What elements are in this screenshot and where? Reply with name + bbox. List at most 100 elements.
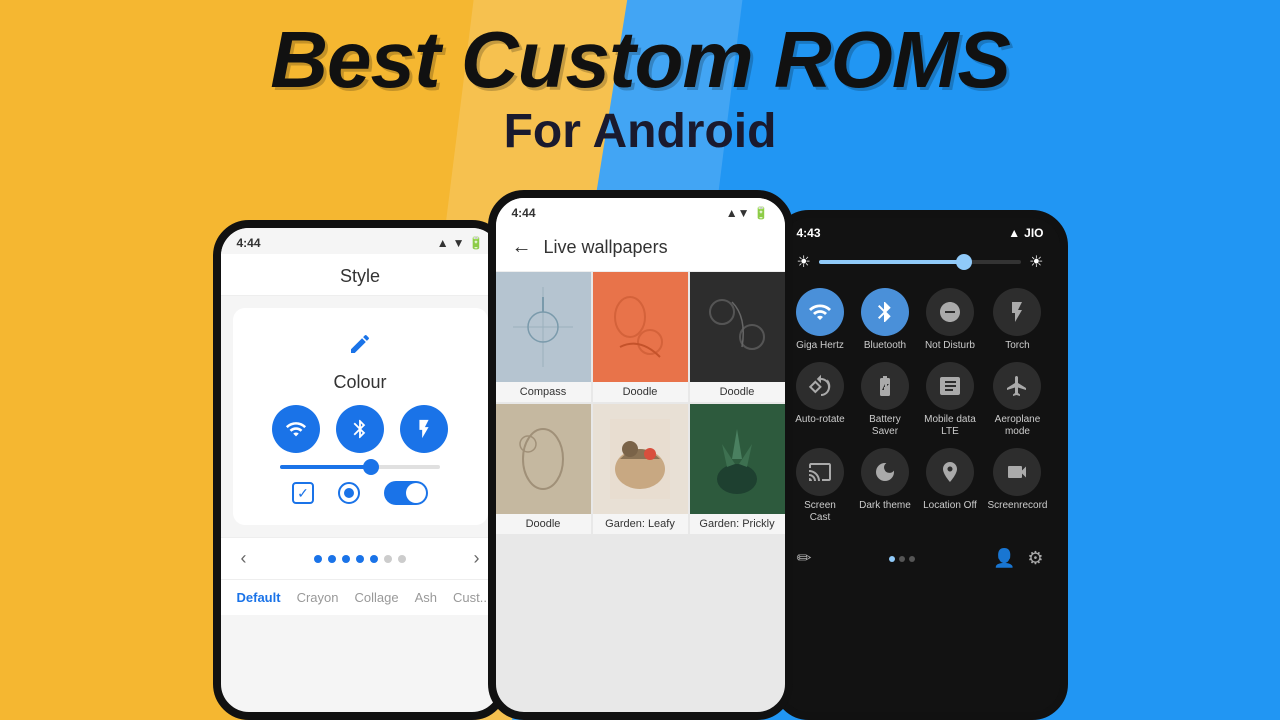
style-slider[interactable] (280, 465, 440, 469)
nav-next[interactable]: › (474, 548, 480, 569)
qs-tile-screenrecord[interactable]: Screenrecord (987, 448, 1047, 524)
flash-btn[interactable] (400, 405, 448, 453)
pencil-icon (344, 328, 376, 360)
tab-cust[interactable]: Cust... (453, 590, 491, 605)
torch-label: Torch (1005, 340, 1029, 352)
doodle2-thumb (690, 272, 785, 382)
qs-grid: Giga Hertz Bluetooth Not Disturb (781, 280, 1060, 532)
wallpaper-grid: Compass Doodle (496, 272, 785, 534)
brightness-row: ☀ ☀ (781, 244, 1060, 280)
qs-tile-torch[interactable]: Torch (987, 288, 1047, 352)
wallpaper-doodle2[interactable]: Doodle (690, 272, 785, 402)
auto-rotate-icon (796, 362, 844, 410)
compass-label: Compass (496, 382, 591, 402)
bluetooth-btn[interactable] (336, 405, 384, 453)
qs-tile-dark-theme[interactable]: Dark theme (857, 448, 912, 524)
slider-thumb[interactable] (363, 459, 379, 475)
style-icons-row (272, 405, 448, 453)
brightness-thumb (956, 254, 972, 270)
wallpaper-header: ← Live wallpapers (496, 224, 785, 272)
screen-cast-icon (796, 448, 844, 496)
not-disturb-icon (926, 288, 974, 336)
style-header: Style (221, 254, 500, 296)
tab-collage[interactable]: Collage (354, 590, 398, 605)
style-tabs: Default Crayon Collage Ash Cust... (221, 579, 500, 615)
battery-saver-icon (861, 362, 909, 410)
doodle1-thumb (593, 272, 688, 382)
garden-leafy-thumb (593, 404, 688, 514)
doodle2-label: Doodle (690, 382, 785, 402)
edit-icon[interactable]: ✏ (797, 548, 812, 569)
qs-tile-bluetooth[interactable]: Bluetooth (857, 288, 912, 352)
status-icons-center: ▲▼ 🔋 (726, 206, 769, 220)
doodle3-thumb (496, 404, 591, 514)
qs-dot-1 (889, 556, 895, 562)
qs-tile-not-disturb[interactable]: Not Disturb (922, 288, 977, 352)
status-icons-right: ▲ JIO (1008, 226, 1043, 240)
dark-theme-label: Dark theme (859, 500, 911, 512)
brightness-slider[interactable] (819, 260, 1021, 264)
location-icon (926, 448, 974, 496)
tab-crayon[interactable]: Crayon (297, 590, 339, 605)
doodle1-label: Doodle (593, 382, 688, 402)
color-section: Colour (233, 308, 488, 525)
user-icon[interactable]: 👤 (993, 548, 1015, 569)
garden-prickly-label: Garden: Prickly (690, 514, 785, 534)
toggle[interactable] (384, 481, 428, 505)
battery-icon-c: 🔋 (754, 206, 769, 220)
time-left: 4:44 (237, 236, 261, 250)
wallpaper-compass[interactable]: Compass (496, 272, 591, 402)
status-bar-right: 4:43 ▲ JIO (781, 218, 1060, 244)
toggle-thumb (406, 483, 426, 503)
mobile-data-icon (926, 362, 974, 410)
tab-default[interactable]: Default (237, 590, 281, 605)
wifi-btn[interactable] (272, 405, 320, 453)
wallpaper-doodle3[interactable]: Doodle (496, 404, 591, 534)
qs-tile-auto-rotate[interactable]: Auto-rotate (793, 362, 848, 438)
signal-icon-c: ▲▼ (726, 206, 750, 220)
mobile-data-label: Mobile data LTE (922, 414, 977, 438)
aeroplane-icon (993, 362, 1041, 410)
qs-tile-aeroplane[interactable]: Aeroplane mode (987, 362, 1047, 438)
phone-left: 4:44 ▲ ▼ 🔋 Style Colour (213, 220, 508, 720)
dot-6 (384, 555, 392, 563)
signal-icon-r: ▲ (1008, 226, 1020, 240)
back-button[interactable]: ← (512, 236, 532, 259)
torch-icon (993, 288, 1041, 336)
slider-fill (280, 465, 368, 469)
not-disturb-label: Not Disturb (925, 340, 975, 352)
dot-2 (328, 555, 336, 563)
radio-dot (344, 488, 354, 498)
carrier-label: JIO (1024, 226, 1043, 240)
aeroplane-label: Aeroplane mode (987, 414, 1047, 438)
qs-tile-location[interactable]: Location Off (922, 448, 977, 524)
time-center: 4:44 (512, 206, 536, 220)
qs-tile-screen-cast[interactable]: Screen Cast (793, 448, 848, 524)
sub-title: For Android (0, 104, 1280, 159)
qs-tile-battery-saver[interactable]: Battery Saver (857, 362, 912, 438)
garden-prickly-thumb (690, 404, 785, 514)
nav-prev[interactable]: ‹ (241, 548, 247, 569)
status-bar-center: 4:44 ▲▼ 🔋 (496, 198, 785, 224)
wallpaper-doodle1[interactable]: Doodle (593, 272, 688, 402)
wallpaper-garden-leafy[interactable]: Garden: Leafy (593, 404, 688, 534)
radio[interactable] (338, 482, 360, 504)
settings-icon[interactable]: ⚙ (1027, 548, 1043, 569)
giga-hertz-label: Giga Hertz (796, 340, 844, 352)
wallpaper-garden-prickly[interactable]: Garden: Prickly (690, 404, 785, 534)
brightness-fill (819, 260, 961, 264)
garden-leafy-label: Garden: Leafy (593, 514, 688, 534)
battery-saver-label: Battery Saver (857, 414, 912, 438)
screenrecord-label: Screenrecord (987, 500, 1047, 512)
time-right: 4:43 (797, 226, 821, 240)
brightness-high-icon: ☀ (1029, 252, 1043, 272)
qs-tile-giga-hertz[interactable]: Giga Hertz (793, 288, 848, 352)
phone-center: 4:44 ▲▼ 🔋 ← Live wallpapers (488, 190, 793, 720)
dot-4 (356, 555, 364, 563)
qs-tile-mobile-data[interactable]: Mobile data LTE (922, 362, 977, 438)
tab-ash[interactable]: Ash (415, 590, 437, 605)
title-container: Best Custom ROMS For Android (0, 20, 1280, 159)
dot-3 (342, 555, 350, 563)
checkbox[interactable]: ✓ (292, 482, 314, 504)
phone-right: 4:43 ▲ JIO ☀ ☀ Gig (773, 210, 1068, 720)
